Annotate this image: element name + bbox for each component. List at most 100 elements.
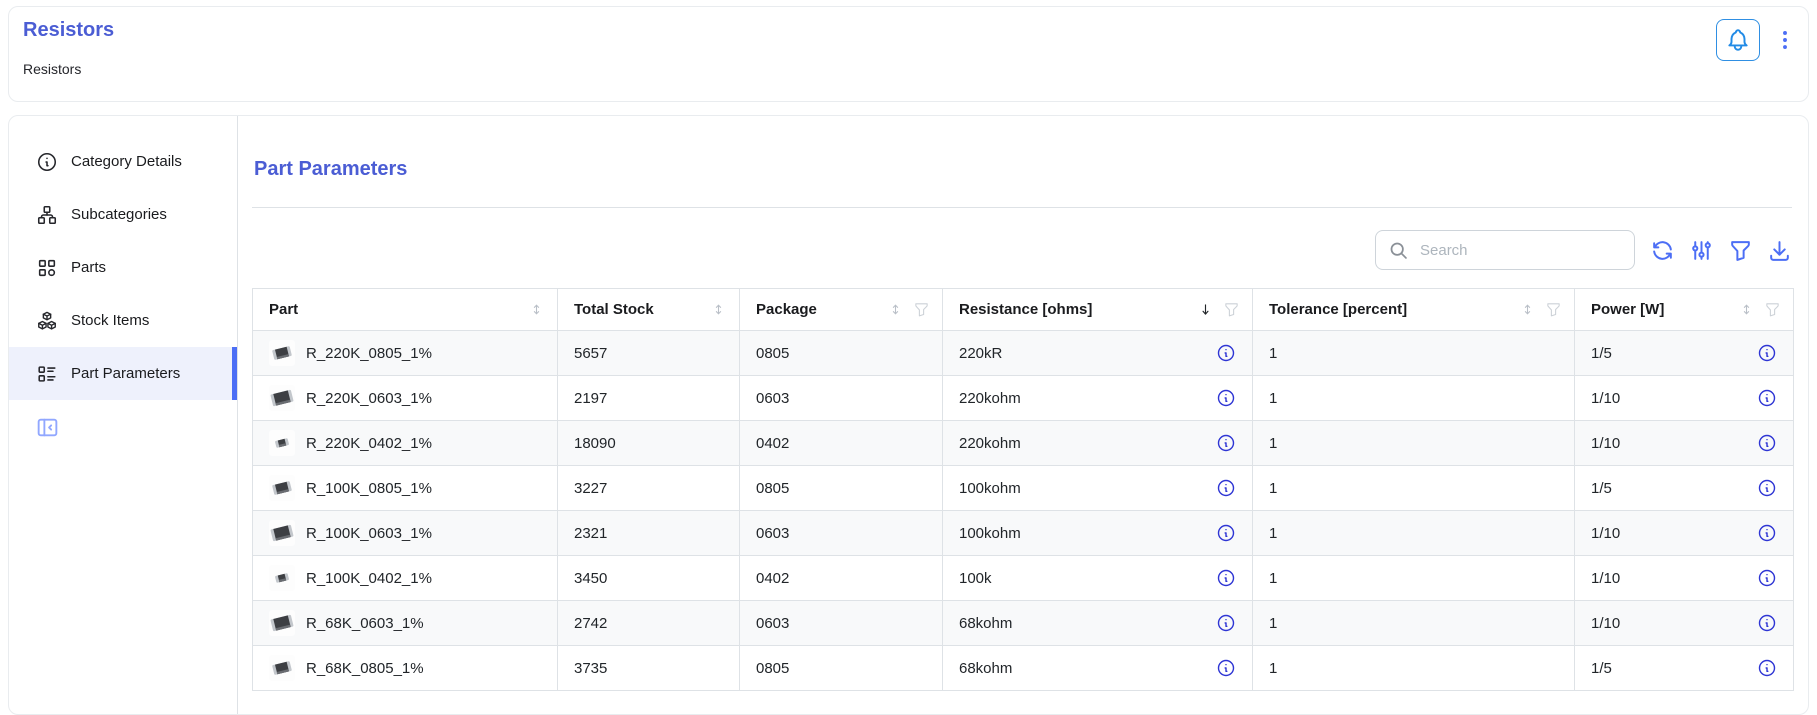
tolerance-value: 1 xyxy=(1269,390,1277,407)
sidebar-item-category-details[interactable]: Category Details xyxy=(9,135,237,188)
power-value: 1/5 xyxy=(1591,660,1612,677)
tolerance-value: 1 xyxy=(1269,345,1277,362)
info-circle-icon[interactable] xyxy=(1757,658,1777,678)
info-circle-icon[interactable] xyxy=(1216,343,1236,363)
column-filter-icon[interactable] xyxy=(1545,301,1562,318)
resistance-cell: 100k xyxy=(943,556,1253,601)
resistor-chip-thumbnail xyxy=(269,475,295,501)
breadcrumb[interactable]: Resistors xyxy=(23,61,81,77)
sort-icon[interactable] xyxy=(1519,301,1536,318)
resistor-chip-thumbnail xyxy=(269,610,295,636)
search-box xyxy=(1375,230,1635,270)
column-filter-icon[interactable] xyxy=(913,301,930,318)
package-value: 0805 xyxy=(756,345,789,362)
resistance-value: 220kohm xyxy=(959,390,1021,407)
info-circle-icon[interactable] xyxy=(1757,433,1777,453)
column-header-resistance[interactable]: Resistance [ohms] xyxy=(943,289,1253,331)
total-stock-cell: 3227 xyxy=(558,466,740,511)
table-row[interactable]: R_220K_0402_1%180900402220kohm11/10 xyxy=(253,421,1794,466)
resistor-chip-thumbnail xyxy=(269,520,295,546)
info-circle-icon[interactable] xyxy=(1757,343,1777,363)
info-circle-icon[interactable] xyxy=(1757,388,1777,408)
total-stock-value: 18090 xyxy=(574,435,616,452)
column-header-part[interactable]: Part xyxy=(253,289,558,331)
package-value: 0603 xyxy=(756,615,789,632)
power-value: 1/10 xyxy=(1591,615,1620,632)
power-cell: 1/5 xyxy=(1575,466,1794,511)
column-header-tolerance[interactable]: Tolerance [percent] xyxy=(1253,289,1575,331)
adjustments-button[interactable] xyxy=(1689,238,1714,263)
resistor-chip-thumbnail xyxy=(269,565,295,591)
resistance-value: 68kohm xyxy=(959,615,1012,632)
resistance-cell: 220kohm xyxy=(943,421,1253,466)
download-button[interactable] xyxy=(1767,238,1792,263)
info-circle-icon xyxy=(36,151,58,173)
info-circle-icon[interactable] xyxy=(1216,433,1236,453)
tolerance-cell: 1 xyxy=(1253,601,1575,646)
sidebar-item-stock-items[interactable]: Stock Items xyxy=(9,294,237,347)
tolerance-cell: 1 xyxy=(1253,646,1575,691)
part-cell: R_220K_0603_1% xyxy=(253,376,558,421)
power-value: 1/10 xyxy=(1591,435,1620,452)
tolerance-cell: 1 xyxy=(1253,466,1575,511)
resistance-value: 100kohm xyxy=(959,525,1021,542)
sort-icon[interactable] xyxy=(887,301,904,318)
resistor-chip-thumbnail xyxy=(269,385,295,411)
part-name: R_220K_0402_1% xyxy=(306,435,432,452)
part-cell: R_100K_0603_1% xyxy=(253,511,558,556)
info-circle-icon[interactable] xyxy=(1216,658,1236,678)
info-circle-icon[interactable] xyxy=(1757,568,1777,588)
column-header-power[interactable]: Power [W] xyxy=(1575,289,1794,331)
table-row[interactable]: R_68K_0805_1%3735080568kohm11/5 xyxy=(253,646,1794,691)
tolerance-cell: 1 xyxy=(1253,511,1575,556)
column-filter-icon[interactable] xyxy=(1764,301,1781,318)
list-details-icon xyxy=(36,363,58,385)
total-stock-value: 2742 xyxy=(574,615,607,632)
sort-desc-icon[interactable] xyxy=(1197,301,1214,318)
package-cell: 0805 xyxy=(740,331,943,376)
notifications-button[interactable] xyxy=(1716,19,1760,61)
table-row[interactable]: R_100K_0603_1%23210603100kohm11/10 xyxy=(253,511,1794,556)
table-header-row: PartTotal Stock Package Resistance [ohms]T… xyxy=(253,289,1794,331)
dots-vertical-icon[interactable] xyxy=(1772,27,1798,53)
power-cell: 1/5 xyxy=(1575,646,1794,691)
total-stock-value: 2197 xyxy=(574,390,607,407)
column-header-package[interactable]: Package xyxy=(740,289,943,331)
refresh-button[interactable] xyxy=(1650,238,1675,263)
sidebar-collapse-icon[interactable] xyxy=(35,415,60,440)
column-label: Package xyxy=(756,301,817,318)
resistance-value: 220kR xyxy=(959,345,1002,362)
info-circle-icon[interactable] xyxy=(1757,523,1777,543)
search-input[interactable] xyxy=(1418,241,1622,260)
info-circle-icon[interactable] xyxy=(1757,613,1777,633)
sidebar-item-parts[interactable]: Parts xyxy=(9,241,237,294)
panel-heading: Part Parameters xyxy=(254,158,1792,181)
sort-icon[interactable] xyxy=(528,301,545,318)
tolerance-value: 1 xyxy=(1269,435,1277,452)
filter-icon xyxy=(1728,238,1753,263)
table-row[interactable]: R_68K_0603_1%2742060368kohm11/10 xyxy=(253,601,1794,646)
divider xyxy=(252,207,1792,208)
package-cell: 0603 xyxy=(740,511,943,556)
power-value: 1/10 xyxy=(1591,570,1620,587)
resistance-cell: 220kR xyxy=(943,331,1253,376)
info-circle-icon[interactable] xyxy=(1216,613,1236,633)
package-cell: 0603 xyxy=(740,601,943,646)
table-row[interactable]: R_100K_0402_1%34500402100k11/10 xyxy=(253,556,1794,601)
table-row[interactable]: R_220K_0603_1%21970603220kohm11/10 xyxy=(253,376,1794,421)
tolerance-value: 1 xyxy=(1269,480,1277,497)
column-filter-icon[interactable] xyxy=(1223,301,1240,318)
sidebar-item-part-parameters[interactable]: Part Parameters xyxy=(9,347,237,400)
table-row[interactable]: R_220K_0805_1%56570805220kR11/5 xyxy=(253,331,1794,376)
sidebar-item-subcategories[interactable]: Subcategories xyxy=(9,188,237,241)
table-row[interactable]: R_100K_0805_1%32270805100kohm11/5 xyxy=(253,466,1794,511)
sort-icon[interactable] xyxy=(1738,301,1755,318)
sort-icon[interactable] xyxy=(710,301,727,318)
info-circle-icon[interactable] xyxy=(1216,388,1236,408)
info-circle-icon[interactable] xyxy=(1216,523,1236,543)
column-header-total-stock[interactable]: Total Stock xyxy=(558,289,740,331)
info-circle-icon[interactable] xyxy=(1216,478,1236,498)
info-circle-icon[interactable] xyxy=(1757,478,1777,498)
info-circle-icon[interactable] xyxy=(1216,568,1236,588)
filter-button[interactable] xyxy=(1728,238,1753,263)
